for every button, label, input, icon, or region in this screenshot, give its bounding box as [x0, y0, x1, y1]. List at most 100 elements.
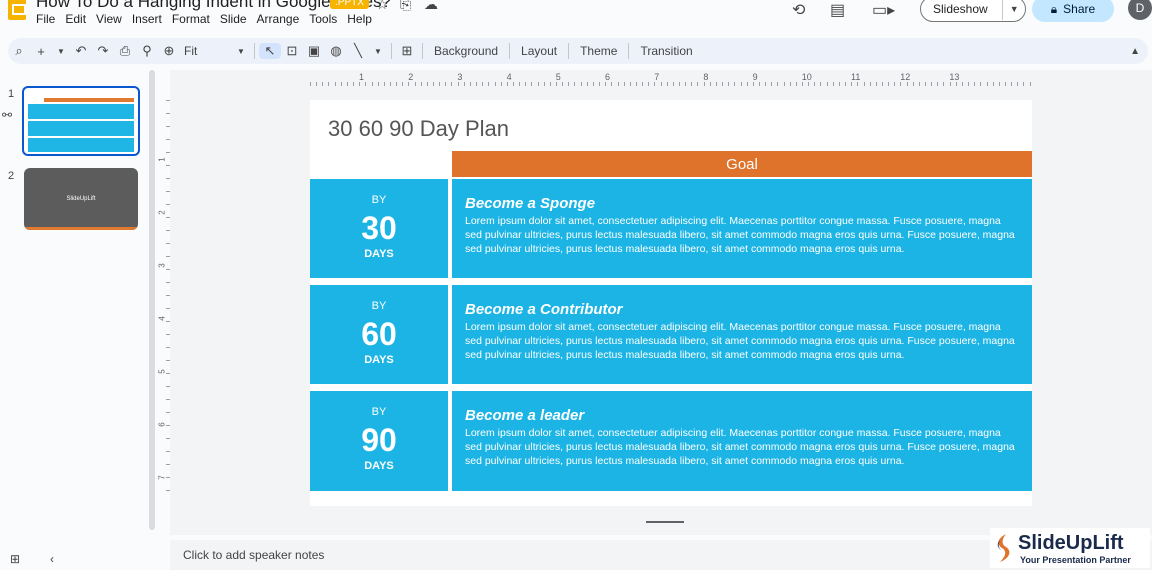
- slideshow-options-chevron-icon[interactable]: ▼: [1003, 4, 1025, 14]
- version-history-icon[interactable]: ⟲: [792, 0, 805, 20]
- line-icon[interactable]: ╲: [347, 43, 369, 59]
- ruler-tick: [611, 82, 613, 86]
- ruler-tick: [1029, 82, 1031, 86]
- ruler-tick: [166, 152, 170, 153]
- print-icon[interactable]: ⎙: [114, 43, 136, 59]
- ruler-tick: [974, 82, 976, 86]
- ruler-tick: [654, 82, 656, 86]
- slides-logo-icon[interactable]: [8, 0, 26, 20]
- horizontal-ruler[interactable]: 1 2 3 4 5 6 7 8 9 10 11 12 13: [310, 72, 1032, 86]
- shape-icon[interactable]: ◍: [325, 43, 347, 59]
- timeline-cell-30[interactable]: BY 30 DAYS: [310, 179, 448, 278]
- cloud-status-icon[interactable]: ☁: [424, 0, 438, 13]
- menu-tools[interactable]: Tools: [304, 12, 342, 26]
- ruler-tick: [666, 82, 668, 86]
- ruler-tick: [346, 82, 348, 86]
- line-dropdown-icon[interactable]: ▼: [369, 47, 387, 56]
- slide-thumbnail-2[interactable]: SlideUpLift: [24, 168, 138, 230]
- zoom-select[interactable]: Fit: [180, 44, 232, 58]
- new-slide-icon[interactable]: +: [30, 44, 52, 59]
- ruler-tick: [703, 82, 705, 86]
- zoom-dropdown-icon[interactable]: ▼: [232, 47, 250, 56]
- toolbar-divider: [628, 43, 630, 59]
- timeline-cell-60[interactable]: BY 60 DAYS: [310, 285, 448, 384]
- ruler-tick: [463, 82, 465, 86]
- undo-icon[interactable]: ↶: [70, 43, 92, 59]
- collapse-filmstrip-chevron-left-icon[interactable]: ‹: [50, 552, 54, 566]
- ruler-tick: [814, 82, 816, 86]
- canvas-horizontal-scrollbar[interactable]: [646, 521, 684, 523]
- menu-file[interactable]: File: [36, 12, 60, 26]
- goal-heading: Become a leader: [465, 407, 585, 424]
- grid-view-icon[interactable]: ⊞: [10, 552, 20, 566]
- filmstrip-scrollbar[interactable]: [149, 70, 155, 530]
- new-slide-dropdown-icon[interactable]: ▼: [52, 47, 70, 56]
- account-avatar[interactable]: D: [1128, 0, 1152, 20]
- menu-slide[interactable]: Slide: [215, 12, 252, 26]
- menu-help[interactable]: Help: [342, 12, 377, 26]
- ruler-mark-label: 12: [900, 72, 911, 82]
- slideshow-button[interactable]: Slideshow ▼: [920, 0, 1026, 22]
- ruler-tick: [771, 82, 773, 86]
- goal-header[interactable]: Goal: [452, 151, 1032, 177]
- ruler-tick: [166, 178, 170, 179]
- theme-button[interactable]: Theme: [573, 44, 624, 58]
- share-label: Share: [1063, 2, 1096, 16]
- slideshow-label[interactable]: Slideshow: [921, 0, 1004, 20]
- paint-format-icon[interactable]: ⚲: [136, 43, 158, 59]
- slide-thumbnail-1[interactable]: [22, 86, 140, 156]
- vertical-ruler[interactable]: 1234567: [158, 100, 170, 500]
- ruler-tick: [383, 82, 385, 86]
- star-icon[interactable]: ☆: [376, 0, 389, 13]
- menu-arrange[interactable]: Arrange: [252, 12, 305, 26]
- ruler-tick: [838, 82, 840, 86]
- share-button[interactable]: 🔒︎ Share: [1032, 0, 1114, 22]
- ruler-tick: [986, 82, 988, 86]
- ruler-tick: [691, 82, 693, 86]
- ruler-tick: [426, 82, 428, 86]
- background-button[interactable]: Background: [427, 44, 505, 58]
- menu-format[interactable]: Format: [167, 12, 215, 26]
- watermark-tagline: Your Presentation Partner: [1020, 555, 1131, 565]
- thumbnail-goal-bar: [44, 98, 134, 102]
- zoom-icon[interactable]: ⊕: [158, 43, 180, 59]
- collapse-toolbar-chevron-up-icon[interactable]: ▲: [1130, 46, 1140, 57]
- transition-button[interactable]: Transition: [633, 44, 699, 58]
- move-folder-icon[interactable]: ⎘: [400, 0, 411, 13]
- add-comment-icon[interactable]: ⊞: [396, 43, 418, 59]
- search-menus-icon[interactable]: ⌕: [8, 43, 30, 59]
- ruler-tick: [1023, 82, 1025, 86]
- select-cursor-icon[interactable]: ↖: [259, 43, 281, 59]
- ruler-mark-label: 4: [506, 72, 512, 82]
- ruler-tick: [166, 230, 170, 231]
- ruler-tick: [166, 347, 170, 348]
- timeline-cell-90[interactable]: BY 90 DAYS: [310, 391, 448, 491]
- layout-button[interactable]: Layout: [514, 44, 564, 58]
- goal-cell-90[interactable]: Become a leader Lorem ipsum dolor sit am…: [452, 391, 1032, 491]
- comments-icon[interactable]: ▤: [830, 0, 845, 20]
- menu-view[interactable]: View: [91, 12, 127, 26]
- ruler-tick: [783, 82, 785, 86]
- ruler-tick: [476, 82, 478, 86]
- by-label: BY: [371, 300, 387, 312]
- meet-video-icon[interactable]: ▭▸: [872, 0, 895, 20]
- ruler-tick: [740, 82, 742, 86]
- file-extension-badge: .PPTX: [330, 0, 369, 9]
- speaker-notes-placeholder[interactable]: Click to add speaker notes: [183, 548, 324, 562]
- ruler-tick: [820, 82, 822, 86]
- goal-cell-30[interactable]: Become a Sponge Lorem ipsum dolor sit am…: [452, 179, 1032, 278]
- insert-image-icon[interactable]: ▣: [303, 43, 325, 59]
- textbox-icon[interactable]: ⊡: [281, 43, 303, 59]
- ruler-tick: [648, 82, 650, 86]
- ruler-tick: [353, 82, 355, 86]
- redo-icon[interactable]: ↷: [92, 43, 114, 59]
- ruler-tick: [875, 82, 877, 86]
- slide-title[interactable]: 30 60 90 Day Plan: [328, 116, 509, 142]
- ruler-tick: [685, 82, 687, 86]
- menu-edit[interactable]: Edit: [60, 12, 91, 26]
- ruler-tick: [414, 82, 416, 86]
- menu-insert[interactable]: Insert: [127, 12, 167, 26]
- slide-canvas[interactable]: 30 60 90 Day Plan Goal BY 30 DAYS Become…: [310, 100, 1032, 506]
- goal-cell-60[interactable]: Become a Contributor Lorem ipsum dolor s…: [452, 285, 1032, 384]
- ruler-tick: [166, 386, 170, 387]
